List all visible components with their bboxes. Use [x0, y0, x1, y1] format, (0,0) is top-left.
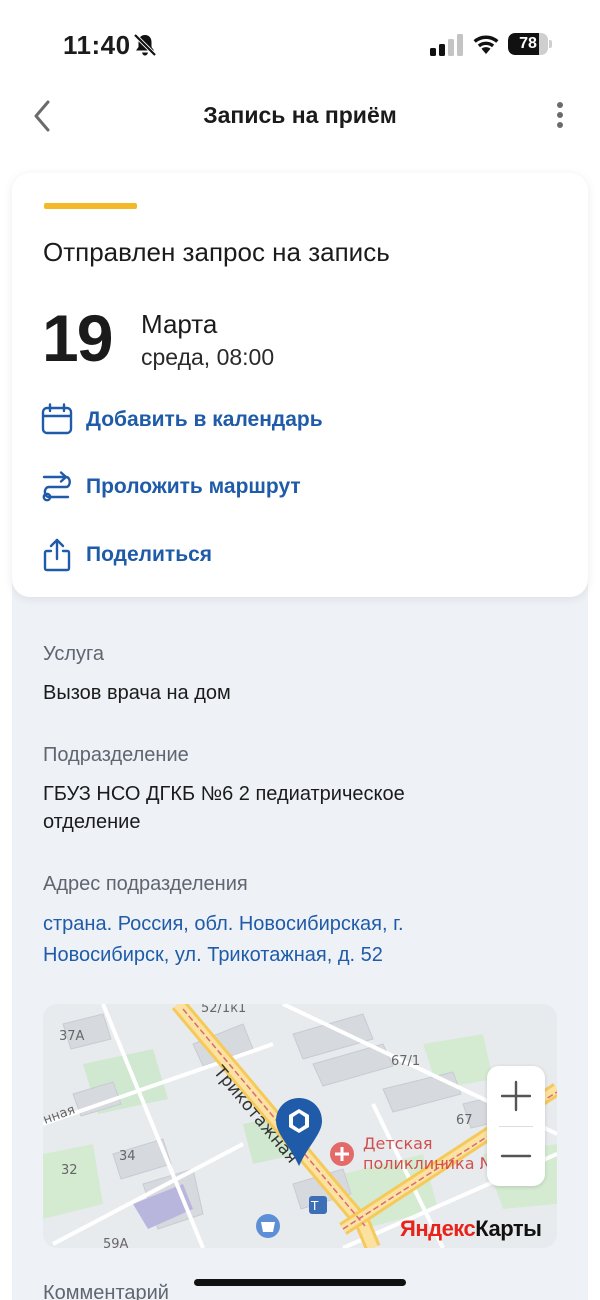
nav-header: Запись на приём — [0, 90, 600, 142]
page-title: Запись на приём — [203, 102, 397, 128]
more-vertical-icon — [557, 102, 563, 128]
house-number: 67/1 — [391, 1054, 420, 1069]
minus-icon — [500, 1154, 532, 1158]
appointment-weekday-time: среда, 08:00 — [141, 344, 275, 370]
status-accent-bar — [44, 203, 137, 209]
build-route-button[interactable]: Проложить маршрут — [40, 467, 340, 507]
zoom-in-button[interactable] — [487, 1066, 545, 1126]
division-value: ГБУЗ НСО ДГКБ №6 2 педиатрическое отделе… — [43, 783, 405, 833]
home-indicator[interactable] — [194, 1279, 406, 1286]
service-label: Услуга — [43, 643, 105, 665]
add-to-calendar-label: Добавить в календарь — [86, 408, 323, 431]
bell-off-icon — [133, 33, 157, 57]
yandex-maps-logo[interactable]: ЯндексКарты — [400, 1216, 542, 1242]
logo-part-1: Яндекс — [400, 1216, 476, 1241]
poi-label: поликлиника № — [363, 1154, 496, 1173]
address-label: Адрес подразделения — [43, 873, 248, 895]
wifi-icon — [473, 35, 499, 54]
appointment-status-title: Отправлен запрос на запись — [43, 237, 390, 267]
battery-icon: 78 — [508, 33, 552, 55]
house-number: 32 — [61, 1163, 78, 1178]
map-canvas: Трикотажная 52/1к1 37А 67/1 67 34 32 59А… — [43, 1004, 557, 1248]
zoom-out-button[interactable] — [487, 1126, 545, 1186]
share-button[interactable]: Поделиться — [40, 535, 260, 575]
build-route-label: Проложить маршрут — [86, 475, 301, 498]
cellular-signal-icon — [430, 34, 463, 56]
house-number: 34 — [119, 1149, 136, 1164]
zoom-control — [487, 1066, 545, 1186]
route-icon — [42, 471, 71, 502]
appointment-card: Отправлен запрос на запись 19 Марта сред… — [12, 173, 588, 597]
house-number: 59А — [103, 1237, 129, 1248]
service-value: Вызов врача на дом — [43, 682, 231, 704]
svg-text:Т: Т — [310, 1199, 319, 1213]
comment-label: Комментарий — [43, 1282, 169, 1300]
battery-body: 78 — [508, 33, 548, 55]
plus-icon — [500, 1080, 532, 1112]
division-label: Подразделение — [43, 744, 189, 766]
appointment-day: 19 — [42, 301, 113, 375]
add-to-calendar-button[interactable]: Добавить в календарь — [40, 400, 340, 440]
house-number: 67 — [456, 1113, 473, 1128]
status-bar: 11:40 78 — [0, 0, 600, 90]
share-label: Поделиться — [86, 543, 213, 566]
share-icon — [43, 538, 71, 572]
calendar-icon — [41, 403, 73, 435]
logo-part-2: Карты — [475, 1216, 542, 1241]
status-time: 11:40 — [63, 30, 131, 60]
battery-nub — [549, 40, 552, 48]
battery-level: 78 — [519, 35, 537, 52]
map-view[interactable]: Трикотажная 52/1к1 37А 67/1 67 34 32 59А… — [43, 1004, 557, 1248]
house-number: 52/1к1 — [201, 1004, 246, 1016]
more-options-button[interactable] — [548, 100, 572, 134]
appointment-month: Марта — [141, 309, 218, 339]
address-value[interactable]: страна. Россия, обл. Новосибирская, г. Н… — [43, 909, 463, 971]
house-number: 37А — [59, 1029, 85, 1044]
poi-label: Детская — [363, 1134, 433, 1153]
